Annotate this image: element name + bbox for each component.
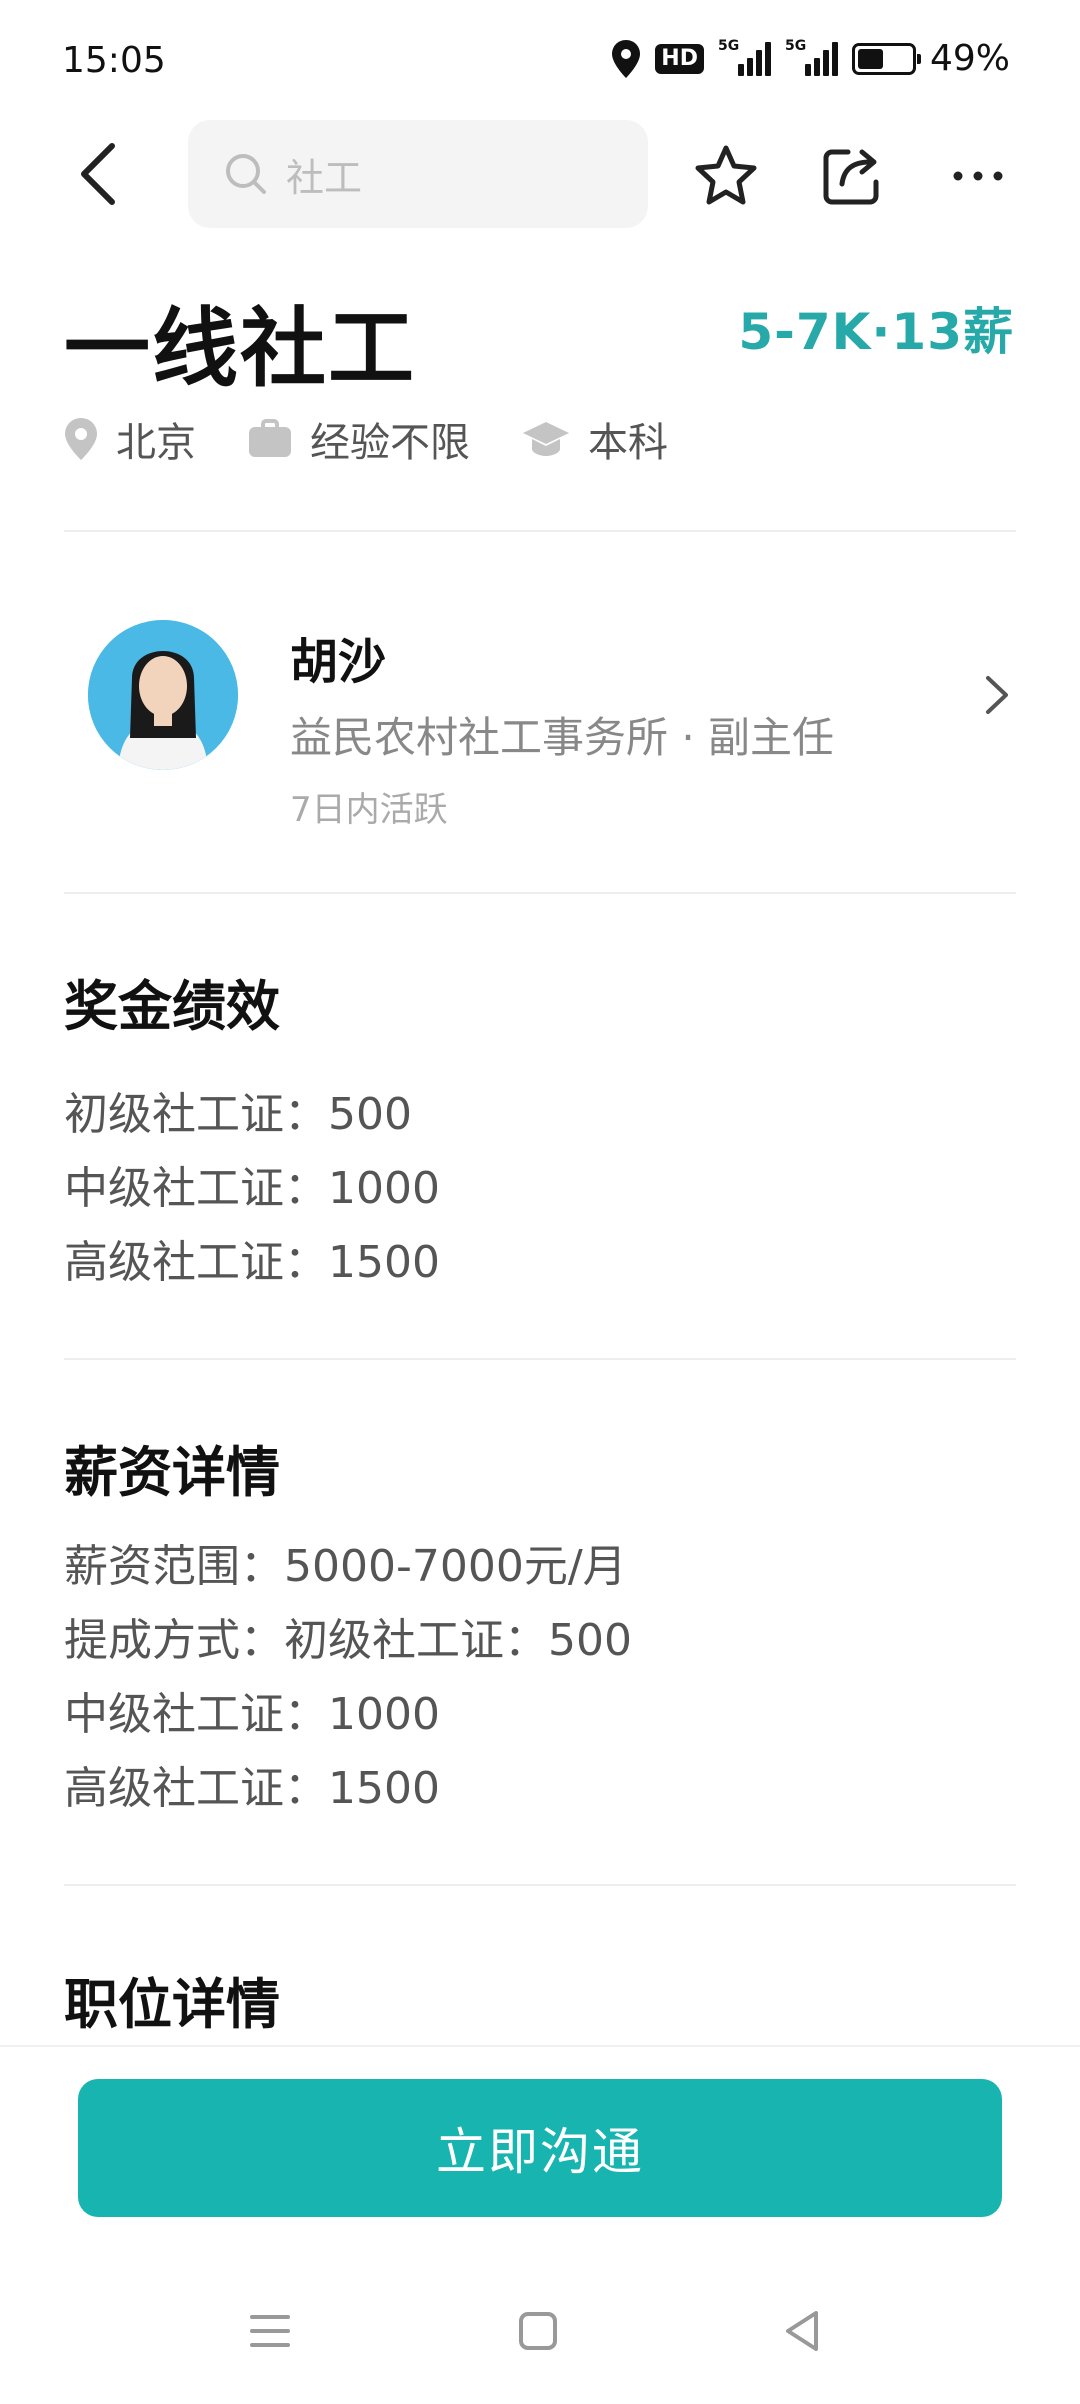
salary-range: 5-7K·13薪 [738,303,1014,361]
divider [64,1884,1016,1886]
meta-education: 本科 [522,410,668,468]
search-input[interactable]: 社工 [188,120,648,228]
briefcase-icon [249,419,291,457]
job-title: 一线社工 [64,299,416,399]
hd-badge: HD [655,43,704,74]
signal-icon: 5G [718,38,771,76]
top-nav: 社工 [0,118,1080,228]
location-pin-icon [65,418,97,460]
divider [64,530,1016,532]
meta-location: 北京 [64,410,196,468]
recruiter-active-status: 7日内活跃 [290,790,448,830]
status-bar: 15:05 HD 5G 5G 49% [0,0,1080,120]
more-icon[interactable] [944,142,1012,210]
divider [64,1358,1016,1360]
location-icon [612,39,641,78]
recruiter-name: 胡沙 [290,634,387,690]
bonus-line: 中级社工证：1000 [64,1163,440,1214]
search-icon [226,154,266,194]
salary-line: 中级社工证：1000 [64,1689,440,1740]
bonus-lines: 初级社工证：500 中级社工证：1000 高级社工证：1500 [64,1078,440,1300]
system-nav-bar [0,2309,1080,2369]
job-meta: 北京 经验不限 本科 [64,410,720,468]
status-time: 15:05 [62,40,166,81]
position-section-title: 职位详情 [64,1973,280,2036]
signal-icon-2: 5G [785,38,838,76]
bonus-line: 高级社工证：1500 [64,1237,440,1288]
recruiter-company: 益民农村社工事务所 · 副主任 [290,713,835,762]
search-placeholder: 社工 [286,155,363,200]
salary-line: 薪资范围：5000-7000元/月 [64,1541,627,1592]
chevron-right-icon [986,676,1008,714]
recruiter-card[interactable]: 胡沙 益民农村社工事务所 · 副主任 7日内活跃 [64,600,1016,850]
back-triangle-icon[interactable] [780,2309,824,2353]
battery-percent: 49% [929,38,1010,79]
graduation-cap-icon [523,422,569,456]
share-icon[interactable] [818,142,886,210]
salary-section-title: 薪资详情 [64,1441,280,1504]
bonus-line: 初级社工证：500 [64,1089,412,1140]
salary-lines: 薪资范围：5000-7000元/月 提成方式：初级社工证：500 中级社工证：1… [64,1530,632,1826]
avatar [88,620,238,770]
menu-icon[interactable] [248,2309,292,2353]
divider [64,892,1016,894]
battery-icon [851,42,921,75]
chat-now-button[interactable]: 立即沟通 [78,2079,1002,2217]
salary-line: 提成方式：初级社工证：500 [64,1615,632,1666]
meta-experience: 经验不限 [248,410,470,468]
salary-line: 高级社工证：1500 [64,1763,440,1814]
star-icon[interactable] [692,142,760,210]
bottom-action-panel: 立即沟通 [0,2045,1080,2404]
back-icon[interactable] [72,142,128,206]
bonus-section-title: 奖金绩效 [64,975,280,1038]
home-icon[interactable] [516,2309,560,2353]
status-icons: HD 5G 5G 49% [611,38,1010,79]
